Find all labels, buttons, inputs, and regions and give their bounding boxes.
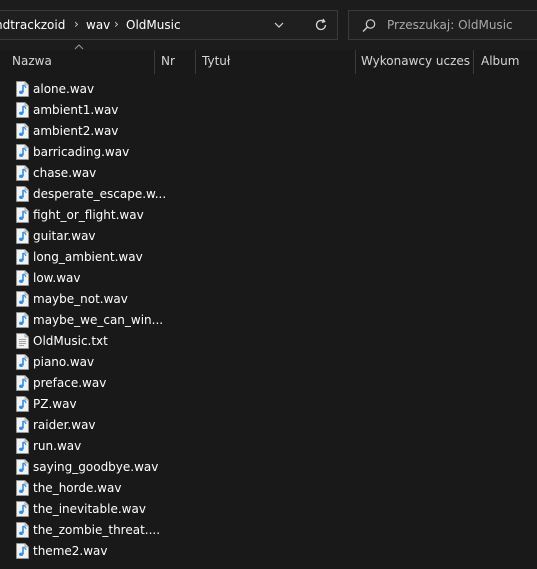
file-name: barricading.wav [33,145,130,159]
file-name: theme2.wav [33,544,108,558]
file-name: guitar.wav [33,229,96,243]
file-row[interactable]: PZ.wav [0,394,537,415]
audio-file-icon [16,480,29,496]
search-input[interactable] [387,17,537,33]
column-artists[interactable]: Wykonawcy uczes... [361,54,471,68]
column-divider[interactable] [195,50,196,74]
file-row[interactable]: low.wav [0,268,537,289]
audio-file-icon [16,144,29,160]
audio-file-icon [16,123,29,139]
file-name: fight_or_flight.wav [33,208,144,222]
file-row[interactable]: run.wav [0,436,537,457]
audio-file-icon [16,249,29,265]
file-row[interactable]: desperate_escape.w... [0,184,537,205]
file-name: long_ambient.wav [33,250,143,264]
column-divider[interactable] [154,50,155,74]
file-name: maybe_we_can_win... [33,313,164,327]
audio-file-icon [16,270,29,286]
file-row[interactable]: raider.wav [0,415,537,436]
file-row[interactable]: theme2.wav [0,541,537,562]
column-album[interactable]: Album [481,54,537,68]
file-name: ambient2.wav [33,124,119,138]
file-name: PZ.wav [33,397,77,411]
file-row[interactable]: guitar.wav [0,226,537,247]
file-row[interactable]: piano.wav [0,352,537,373]
sort-ascending-icon [74,42,84,53]
file-row[interactable]: OldMusic.txt [0,331,537,352]
audio-file-icon [16,543,29,559]
file-row[interactable]: chase.wav [0,163,537,184]
search-box[interactable] [348,10,537,40]
file-name: raider.wav [33,418,96,432]
audio-file-icon [16,522,29,538]
column-divider[interactable] [355,50,356,74]
audio-file-icon [16,312,29,328]
breadcrumb-wav[interactable]: wav [86,18,110,32]
column-title[interactable]: Tytuł [202,54,352,68]
file-name: run.wav [33,439,82,453]
column-header: Nazwa Nr Tytuł Wykonawcy uczes... Album [0,44,537,74]
audio-file-icon [16,207,29,223]
search-icon [361,18,377,34]
audio-file-icon [16,102,29,118]
file-row[interactable]: maybe_we_can_win... [0,310,537,331]
breadcrumb-ndtrackzoid[interactable]: ndtrackzoid [0,18,65,32]
audio-file-icon [16,186,29,202]
audio-file-icon [16,228,29,244]
chevron-down-icon[interactable] [266,11,292,39]
file-name: ambient1.wav [33,103,119,117]
audio-file-icon [16,438,29,454]
file-name: low.wav [33,271,81,285]
audio-file-icon [16,165,29,181]
file-name: saying_goodbye.wav [33,460,159,474]
audio-file-icon [16,396,29,412]
file-name: desperate_escape.w... [33,187,167,201]
column-divider[interactable] [473,50,474,74]
file-name: chase.wav [33,166,97,180]
file-name: maybe_not.wav [33,292,128,306]
file-row[interactable]: saying_goodbye.wav [0,457,537,478]
refresh-icon[interactable] [308,11,334,39]
audio-file-icon [16,501,29,517]
file-row[interactable]: long_ambient.wav [0,247,537,268]
file-row[interactable]: ambient2.wav [0,121,537,142]
column-name[interactable]: Nazwa [12,54,152,68]
breadcrumb-separator-icon[interactable]: › [74,17,79,31]
file-name: the_zombie_threat.... [33,523,161,537]
column-number[interactable]: Nr [161,54,191,68]
text-file-icon [16,333,29,349]
address-bar[interactable]: ndtrackzoid › wav › OldMusic [0,10,338,40]
audio-file-icon [16,417,29,433]
file-row[interactable]: ambient1.wav [0,100,537,121]
file-list: alone.wav ambient1.wav ambient2.wav barrica… [0,79,537,562]
audio-file-icon [16,291,29,307]
file-row[interactable]: the_inevitable.wav [0,499,537,520]
file-name: alone.wav [33,82,95,96]
audio-file-icon [16,459,29,475]
file-name: OldMusic.txt [33,334,108,348]
file-row[interactable]: barricading.wav [0,142,537,163]
audio-file-icon [16,81,29,97]
file-name: the_horde.wav [33,481,122,495]
file-name: preface.wav [33,376,107,390]
file-name: piano.wav [33,355,95,369]
audio-file-icon [16,375,29,391]
breadcrumb-oldmusic[interactable]: OldMusic [126,18,181,32]
vertical-scrollbar[interactable] [529,74,537,569]
file-row[interactable]: preface.wav [0,373,537,394]
file-row[interactable]: the_zombie_threat.... [0,520,537,541]
file-row[interactable]: fight_or_flight.wav [0,205,537,226]
file-name: the_inevitable.wav [33,502,146,516]
breadcrumb-separator-icon[interactable]: › [114,17,119,31]
file-row[interactable]: maybe_not.wav [0,289,537,310]
audio-file-icon [16,354,29,370]
file-row[interactable]: alone.wav [0,79,537,100]
file-row[interactable]: the_horde.wav [0,478,537,499]
